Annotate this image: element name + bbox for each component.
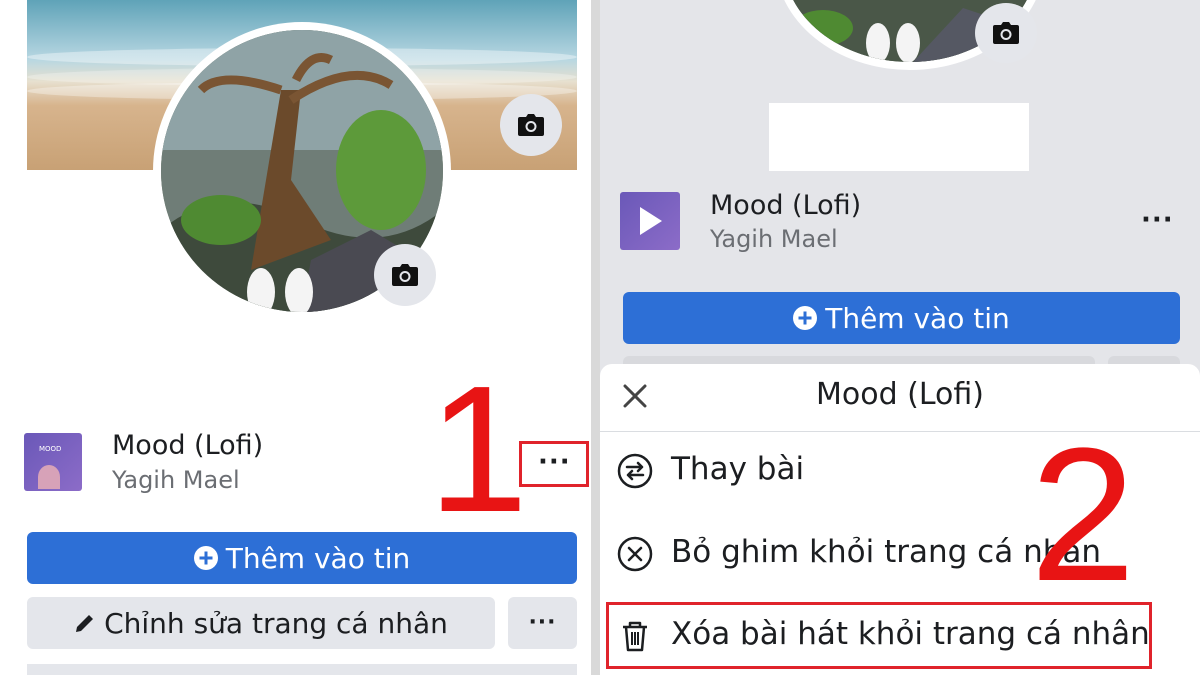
song-options-button[interactable]: ··· [538, 449, 571, 475]
avatar-camera-button[interactable] [975, 3, 1037, 63]
left-profile-screen: MOOD Mood (Lofi) Yagih Mael ··· 1 Thêm v… [0, 0, 591, 675]
song-artist: Yagih Mael [112, 466, 240, 494]
song-title: Mood (Lofi) [710, 190, 862, 221]
add-to-story-button[interactable]: Thêm vào tin [27, 532, 577, 584]
plus-circle-icon [193, 546, 218, 570]
profile-more-button[interactable]: ··· [508, 597, 577, 649]
play-icon [640, 207, 662, 235]
edit-profile-button[interactable]: Chỉnh sửa trang cá nhân [27, 597, 495, 649]
profile-more-label: ··· [528, 610, 557, 635]
camera-icon [518, 114, 544, 136]
camera-icon [993, 22, 1019, 44]
song-thumbnail[interactable] [620, 192, 680, 250]
sheet-title: Mood (Lofi) [815, 377, 985, 412]
avatar-camera-button[interactable] [374, 244, 436, 306]
redacted-name-box [769, 103, 1029, 171]
cover-camera-button[interactable] [500, 94, 562, 156]
swap-icon [617, 453, 653, 489]
edit-profile-label: Chỉnh sửa trang cá nhân [104, 606, 448, 640]
step-number-1: 1 [428, 349, 529, 550]
song-options-button[interactable]: ··· [1141, 207, 1174, 233]
song-artist: Yagih Mael [710, 225, 838, 253]
step-number-2: 2 [1030, 409, 1136, 621]
song-thumbnail[interactable]: MOOD [24, 433, 82, 491]
sheet-item-label: Thay bài [671, 451, 805, 487]
add-to-story-button[interactable]: Thêm vào tin [623, 292, 1180, 344]
next-row-edge [27, 664, 577, 675]
add-to-story-label: Thêm vào tin [825, 301, 1010, 335]
camera-icon [392, 264, 418, 286]
plus-circle-icon [793, 306, 818, 330]
panel-divider [591, 0, 600, 675]
song-thumbnail-label: MOOD [39, 445, 62, 453]
add-to-story-label: Thêm vào tin [225, 541, 411, 575]
circle-x-icon [617, 536, 653, 572]
song-title: Mood (Lofi) [112, 430, 264, 461]
right-profile-screen: Mood (Lofi) Yagih Mael ··· Thêm vào tin … [600, 0, 1200, 675]
pencil-icon [76, 615, 94, 632]
